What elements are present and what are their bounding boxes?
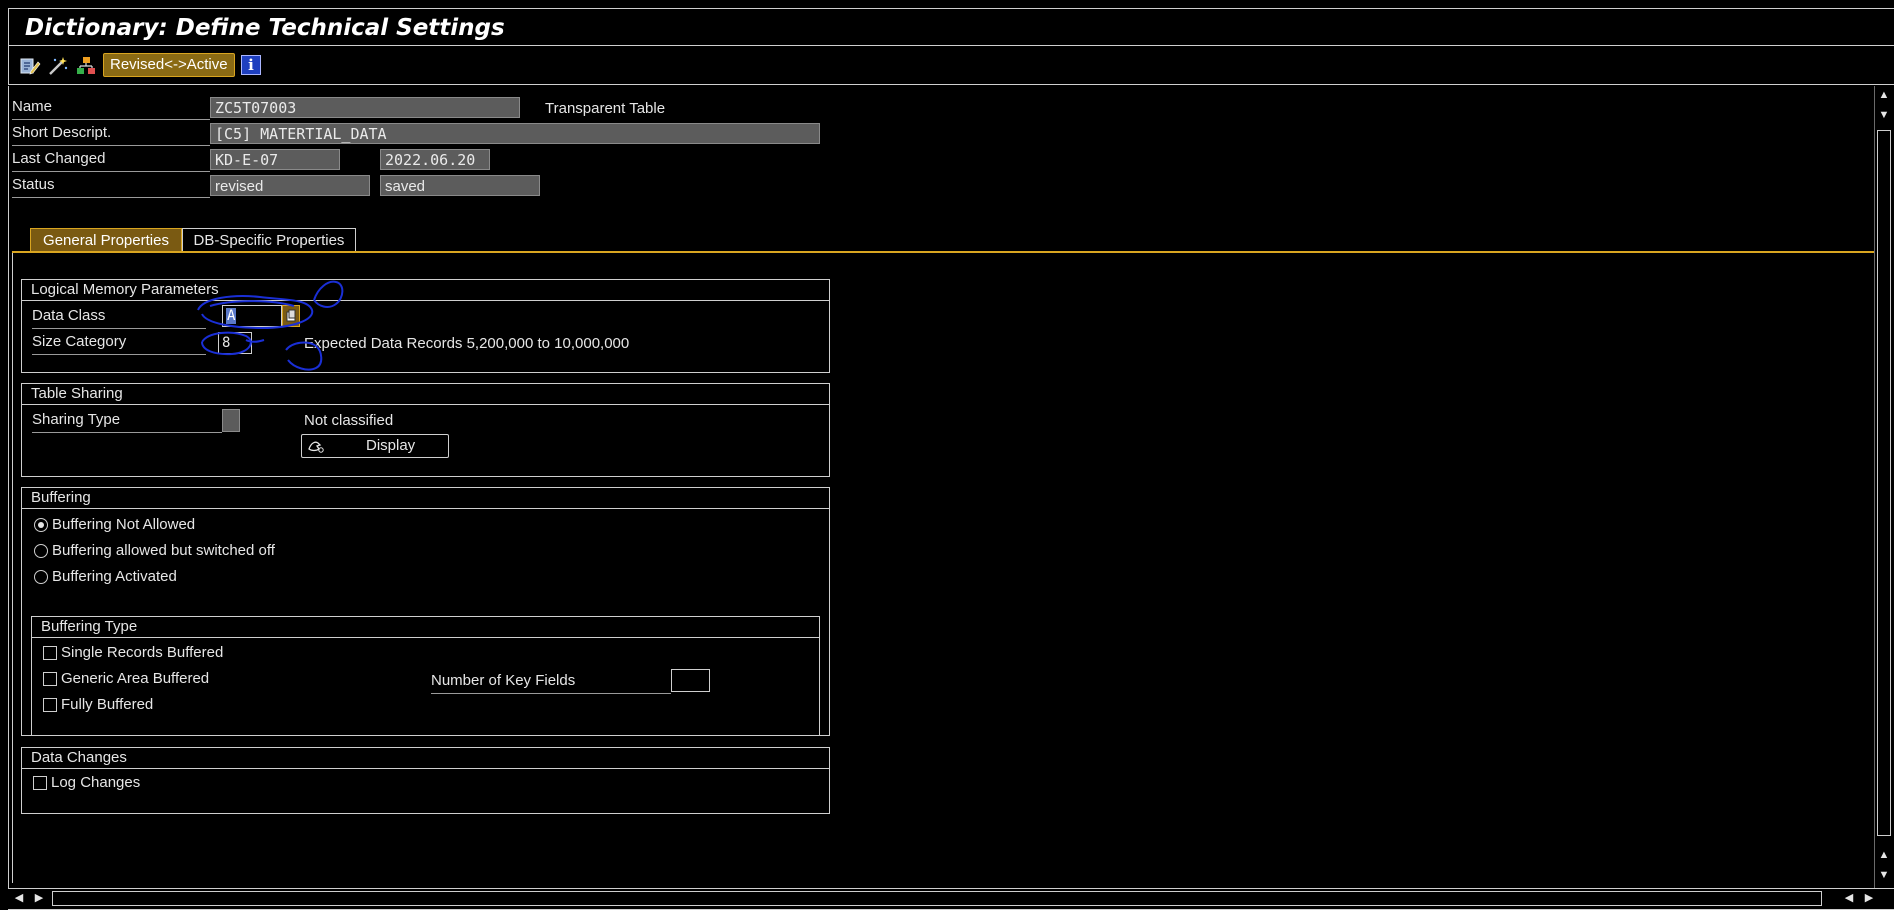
group-title: Data Changes — [22, 748, 829, 769]
key-fields-input[interactable] — [671, 669, 710, 692]
checkbox-generic-area[interactable] — [43, 672, 57, 686]
radio-buffering-switched-off[interactable] — [34, 544, 48, 558]
scroll-page-left-icon[interactable]: ◀ — [1840, 889, 1858, 907]
info-icon[interactable]: i — [241, 55, 261, 75]
checkbox-label: Fully Buffered — [61, 696, 154, 713]
last-changed-date-field[interactable]: 2022.06.20 — [380, 149, 490, 170]
table-type-text: Transparent Table — [545, 100, 666, 117]
scroll-page-down-icon[interactable]: ▲ — [1875, 846, 1893, 864]
last-changed-user-field[interactable]: KD-E-07 — [210, 149, 340, 170]
display-button-label: Display — [366, 437, 416, 454]
scroll-down-icon[interactable]: ▼ — [1875, 866, 1893, 884]
radio-label: Buffering Not Allowed — [52, 516, 196, 533]
revised-active-button[interactable]: Revised<->Active — [103, 53, 235, 77]
short-desc-field[interactable]: [C5] MATERTIAL_DATA — [210, 123, 820, 144]
scroll-page-right-icon[interactable]: ▶ — [30, 889, 48, 907]
key-fields-label: Number of Key Fields — [431, 672, 671, 694]
checkbox-label: Log Changes — [51, 774, 141, 791]
tab-db-specific-properties[interactable]: DB-Specific Properties — [182, 228, 356, 253]
sharing-type-label: Sharing Type — [32, 411, 222, 433]
name-field[interactable]: ZC5T07003 — [210, 97, 520, 118]
status-label: Status — [12, 176, 210, 198]
checkbox-single-records[interactable] — [43, 646, 57, 660]
checkbox-log-changes[interactable] — [33, 776, 47, 790]
display-button[interactable]: Display — [301, 434, 449, 458]
display-icon — [306, 437, 328, 462]
status-field[interactable]: revised — [210, 175, 370, 196]
name-label: Name — [12, 98, 210, 120]
scroll-up-icon[interactable]: ▲ — [1875, 86, 1893, 104]
radio-buffering-activated[interactable] — [34, 570, 48, 584]
scroll-left-icon[interactable]: ◀ — [10, 889, 28, 907]
checkbox-label: Single Records Buffered — [61, 644, 224, 661]
data-class-label: Data Class — [32, 307, 206, 329]
group-title: Buffering — [22, 488, 829, 509]
hscroll-thumb[interactable] — [52, 891, 1822, 906]
tab-general-properties[interactable]: General Properties — [30, 228, 182, 253]
window-title: Dictionary: Define Technical Settings — [25, 15, 505, 41]
checkbox-label: Generic Area Buffered — [61, 670, 210, 687]
radio-label: Buffering Activated — [52, 568, 177, 585]
data-changes-group: Data Changes — [21, 747, 830, 814]
scroll-thumb[interactable] — [1877, 130, 1891, 836]
sharing-type-field[interactable] — [222, 409, 240, 432]
horizontal-scrollbar[interactable]: ◀ ▶ ◀ ▶ — [8, 888, 1894, 910]
group-title: Buffering Type — [32, 617, 819, 638]
radio-buffering-not-allowed[interactable] — [34, 518, 48, 532]
last-changed-label: Last Changed — [12, 150, 210, 172]
application-toolbar: Revised<->Active i — [8, 46, 1894, 85]
display-change-icon[interactable] — [19, 55, 41, 77]
scroll-page-up-icon[interactable]: ▼ — [1875, 106, 1893, 124]
title-bar: Dictionary: Define Technical Settings — [8, 8, 1894, 46]
status-saved-field[interactable]: saved — [380, 175, 540, 196]
vertical-scrollbar[interactable]: ▲ ▼ ▲ ▼ — [1874, 86, 1894, 888]
short-desc-label: Short Descript. — [12, 124, 210, 146]
magic-wand-icon[interactable] — [47, 55, 69, 77]
size-category-label: Size Category — [32, 333, 206, 355]
hierarchy-icon[interactable] — [75, 55, 97, 77]
scroll-right-icon[interactable]: ▶ — [1860, 889, 1878, 907]
annotation-scribble — [197, 280, 344, 371]
group-title: Table Sharing — [22, 384, 829, 405]
sharing-classification-text: Not classified — [304, 412, 394, 429]
checkbox-fully-buffered[interactable] — [43, 698, 57, 712]
group-title: Logical Memory Parameters — [22, 280, 829, 301]
radio-label: Buffering allowed but switched off — [52, 542, 275, 559]
